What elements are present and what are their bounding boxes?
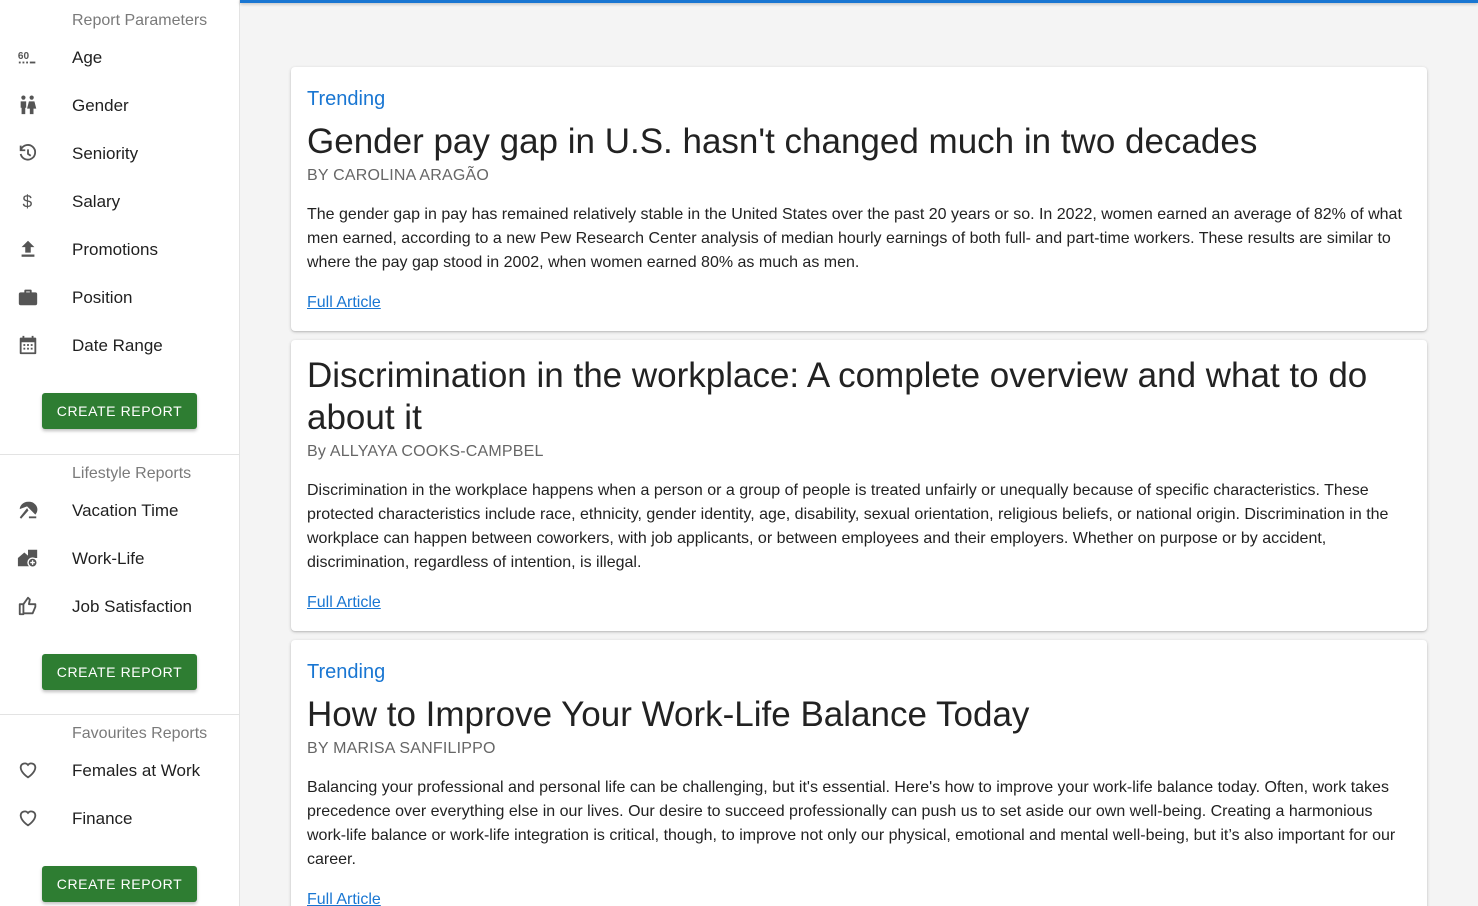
article-byline: BY CAROLINA ARAGÃO bbox=[307, 167, 490, 184]
article-summary: Balancing your professional and personal… bbox=[307, 779, 1396, 868]
sidebar-item-gender[interactable]: Gender bbox=[0, 82, 239, 130]
svg-text:60: 60 bbox=[18, 51, 30, 62]
trending-tag: Trending bbox=[307, 88, 386, 110]
svg-text:$: $ bbox=[23, 191, 33, 211]
article-card: Trending Gender pay gap in U.S. hasn't c… bbox=[291, 67, 1427, 331]
article-title: Gender pay gap in U.S. hasn't changed mu… bbox=[307, 122, 1258, 161]
article-byline: BY MARISA SANFILIPPO bbox=[307, 740, 496, 757]
calendar-icon bbox=[17, 334, 39, 356]
article-title: How to Improve Your Work-Life Balance To… bbox=[307, 695, 1030, 734]
sidebar-item-label: Promotions bbox=[72, 240, 158, 259]
sidebar-item-label: Vacation Time bbox=[72, 501, 179, 520]
heart-outline-icon bbox=[17, 807, 39, 829]
home-work-icon bbox=[17, 547, 39, 569]
create-report-button-lifestyle[interactable]: CREATE REPORT bbox=[42, 654, 197, 690]
sidebar-item-position[interactable]: Position bbox=[0, 274, 239, 322]
heart-outline-icon bbox=[17, 759, 39, 781]
gender-icon bbox=[17, 94, 39, 116]
sidebar-item-finance[interactable]: Finance bbox=[0, 795, 239, 843]
article-byline: By ALLYAYA COOKS-CAMPBEL bbox=[307, 443, 544, 460]
article-summary: Discrimination in the workplace happens … bbox=[307, 482, 1389, 571]
full-article-link[interactable]: Full Article bbox=[307, 891, 381, 906]
divider bbox=[0, 454, 239, 455]
history-icon bbox=[17, 142, 39, 164]
briefcase-icon bbox=[17, 286, 39, 308]
sidebar-item-label: Age bbox=[72, 48, 103, 67]
full-article-link[interactable]: Full Article bbox=[307, 594, 381, 612]
sidebar-item-vacation-time[interactable]: Vacation Time bbox=[0, 487, 239, 535]
sidebar-item-salary[interactable]: $ Salary bbox=[0, 178, 239, 226]
section-title-report-parameters: Report Parameters bbox=[72, 12, 208, 29]
sidebar-item-label: Work-Life bbox=[72, 549, 145, 568]
sidebar-item-label: Date Range bbox=[72, 336, 163, 355]
sidebar: Report Parameters 60 Age Gender Seniorit… bbox=[0, 0, 240, 906]
article-card: Discrimination in the workplace: A compl… bbox=[291, 340, 1427, 631]
sidebar-item-seniority[interactable]: Seniority bbox=[0, 130, 239, 178]
dollar-icon: $ bbox=[17, 190, 39, 212]
sidebar-item-label: Job Satisfaction bbox=[72, 597, 193, 616]
section-title-favourites-reports: Favourites Reports bbox=[72, 725, 208, 742]
sidebar-item-job-satisfaction[interactable]: Job Satisfaction bbox=[0, 583, 239, 631]
upload-icon bbox=[17, 238, 39, 260]
sidebar-item-age[interactable]: 60 Age bbox=[0, 34, 239, 82]
sidebar-item-label: Gender bbox=[72, 96, 129, 115]
full-article-link[interactable]: Full Article bbox=[307, 294, 381, 312]
trending-tag: Trending bbox=[307, 661, 386, 683]
create-report-button-favourites[interactable]: CREATE REPORT bbox=[42, 866, 197, 902]
sidebar-item-label: Position bbox=[72, 288, 133, 307]
article-summary: The gender gap in pay has remained relat… bbox=[307, 206, 1402, 271]
sidebar-item-promotions[interactable]: Promotions bbox=[0, 226, 239, 274]
create-report-button-parameters[interactable]: CREATE REPORT bbox=[42, 393, 197, 429]
top-app-bar bbox=[240, 0, 1478, 3]
beach-umbrella-icon bbox=[17, 499, 39, 521]
sidebar-item-females-at-work[interactable]: Females at Work bbox=[0, 747, 239, 795]
sidebar-item-label: Females at Work bbox=[72, 761, 201, 780]
sidebar-item-label: Seniority bbox=[72, 144, 139, 163]
sidebar-item-label: Finance bbox=[72, 809, 133, 828]
divider bbox=[0, 714, 239, 715]
age-60-icon: 60 bbox=[17, 46, 39, 68]
article-title: Discrimination in the workplace: A compl… bbox=[307, 356, 1368, 437]
sidebar-item-date-range[interactable]: Date Range bbox=[0, 322, 239, 370]
sidebar-item-label: Salary bbox=[72, 192, 121, 211]
article-card: Trending How to Improve Your Work-Life B… bbox=[291, 640, 1427, 906]
sidebar-item-work-life[interactable]: Work-Life bbox=[0, 535, 239, 583]
section-title-lifestyle-reports: Lifestyle Reports bbox=[72, 465, 192, 482]
thumb-up-icon bbox=[17, 595, 39, 617]
